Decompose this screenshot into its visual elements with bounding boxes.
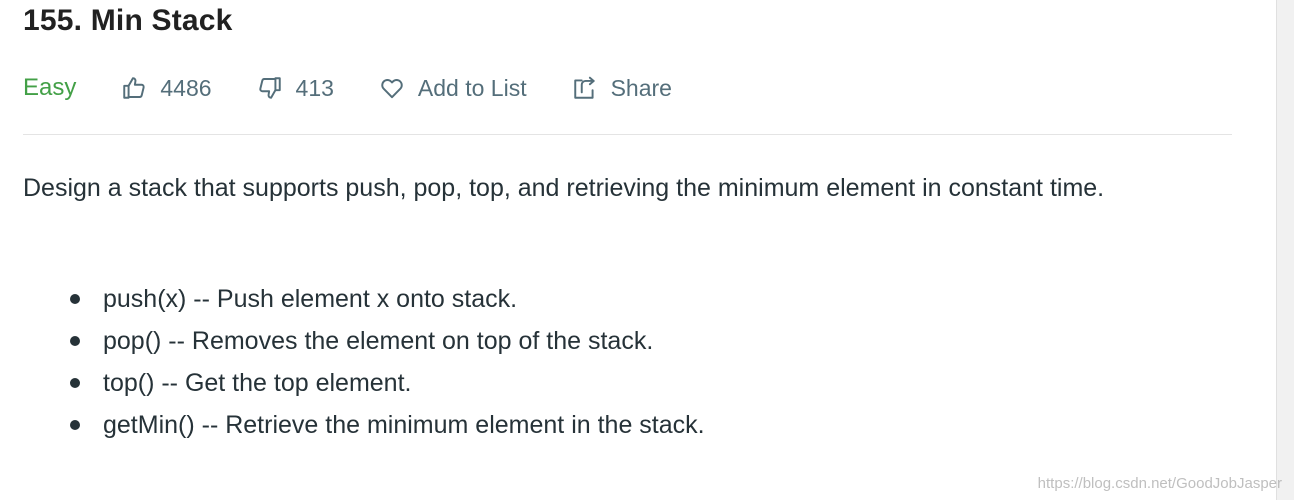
vertical-scrollbar[interactable] <box>1276 0 1294 500</box>
dislike-button[interactable]: 413 <box>256 74 334 102</box>
list-item: getMin() -- Retrieve the minimum element… <box>23 404 705 446</box>
header-divider <box>23 134 1232 135</box>
operation-text: getMin() -- Retrieve the minimum element… <box>103 411 705 439</box>
operation-text: pop() -- Removes the element on top of t… <box>103 327 654 355</box>
bullet-dot-icon <box>70 378 80 388</box>
list-item: pop() -- Removes the element on top of t… <box>23 320 705 362</box>
bullet-dot-icon <box>70 336 80 346</box>
bullet-dot-icon <box>70 420 80 430</box>
add-to-list-button[interactable]: Add to List <box>378 74 527 102</box>
operation-list: push(x) -- Push element x onto stack. po… <box>23 278 705 446</box>
like-button[interactable]: 4486 <box>120 74 212 102</box>
difficulty-label: Easy <box>23 74 77 101</box>
add-to-list-label: Add to List <box>417 74 527 101</box>
operation-text: top() -- Get the top element. <box>103 369 412 397</box>
problem-panel: 155. Min Stack Easy 4486 413 Add to List… <box>0 0 1276 500</box>
share-button[interactable]: Share <box>571 74 672 102</box>
watermark-text: https://blog.csdn.net/GoodJobJasper <box>1037 475 1282 492</box>
thumbs-up-icon <box>120 74 148 102</box>
list-item: push(x) -- Push element x onto stack. <box>23 278 705 320</box>
problem-title: 155. Min Stack <box>23 4 233 37</box>
share-icon <box>571 74 599 102</box>
like-count: 4486 <box>160 74 212 101</box>
list-item: top() -- Get the top element. <box>23 362 705 404</box>
heart-icon <box>378 74 406 102</box>
dislike-count: 413 <box>295 74 334 101</box>
problem-meta-bar: Easy 4486 413 Add to List Share <box>23 70 716 106</box>
share-label: Share <box>610 74 672 101</box>
bullet-dot-icon <box>70 294 80 304</box>
thumbs-down-icon <box>256 74 284 102</box>
operation-text: push(x) -- Push element x onto stack. <box>103 285 518 313</box>
problem-description: Design a stack that supports push, pop, … <box>23 174 1105 202</box>
